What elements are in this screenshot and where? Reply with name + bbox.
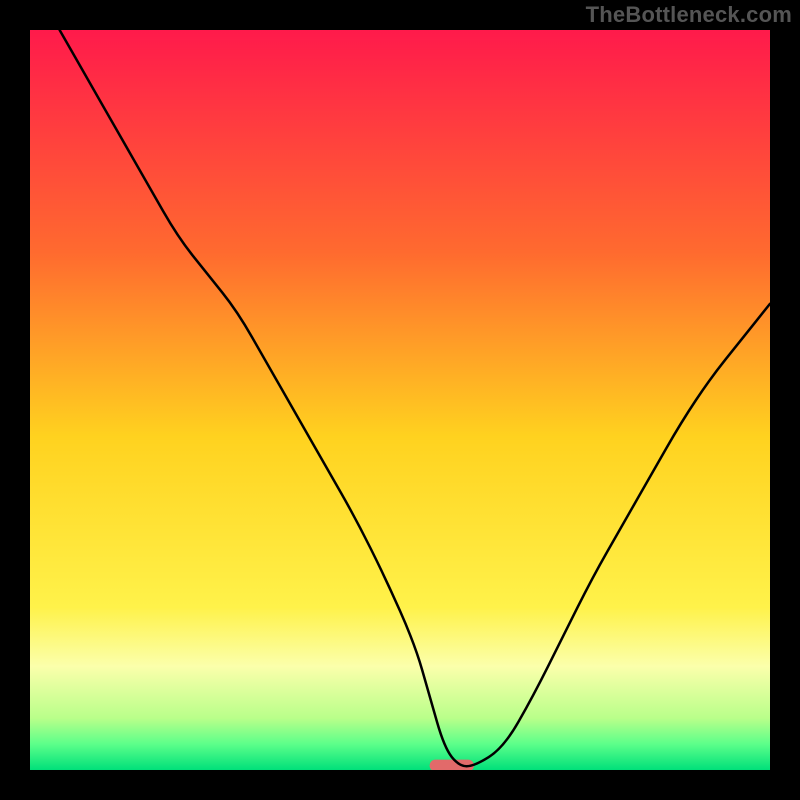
watermark-text: TheBottleneck.com xyxy=(586,2,792,28)
chart-plot-area xyxy=(30,30,770,770)
chart-frame: TheBottleneck.com xyxy=(0,0,800,800)
chart-svg xyxy=(30,30,770,770)
optimal-range-marker xyxy=(430,760,474,770)
chart-background-gradient xyxy=(30,30,770,770)
